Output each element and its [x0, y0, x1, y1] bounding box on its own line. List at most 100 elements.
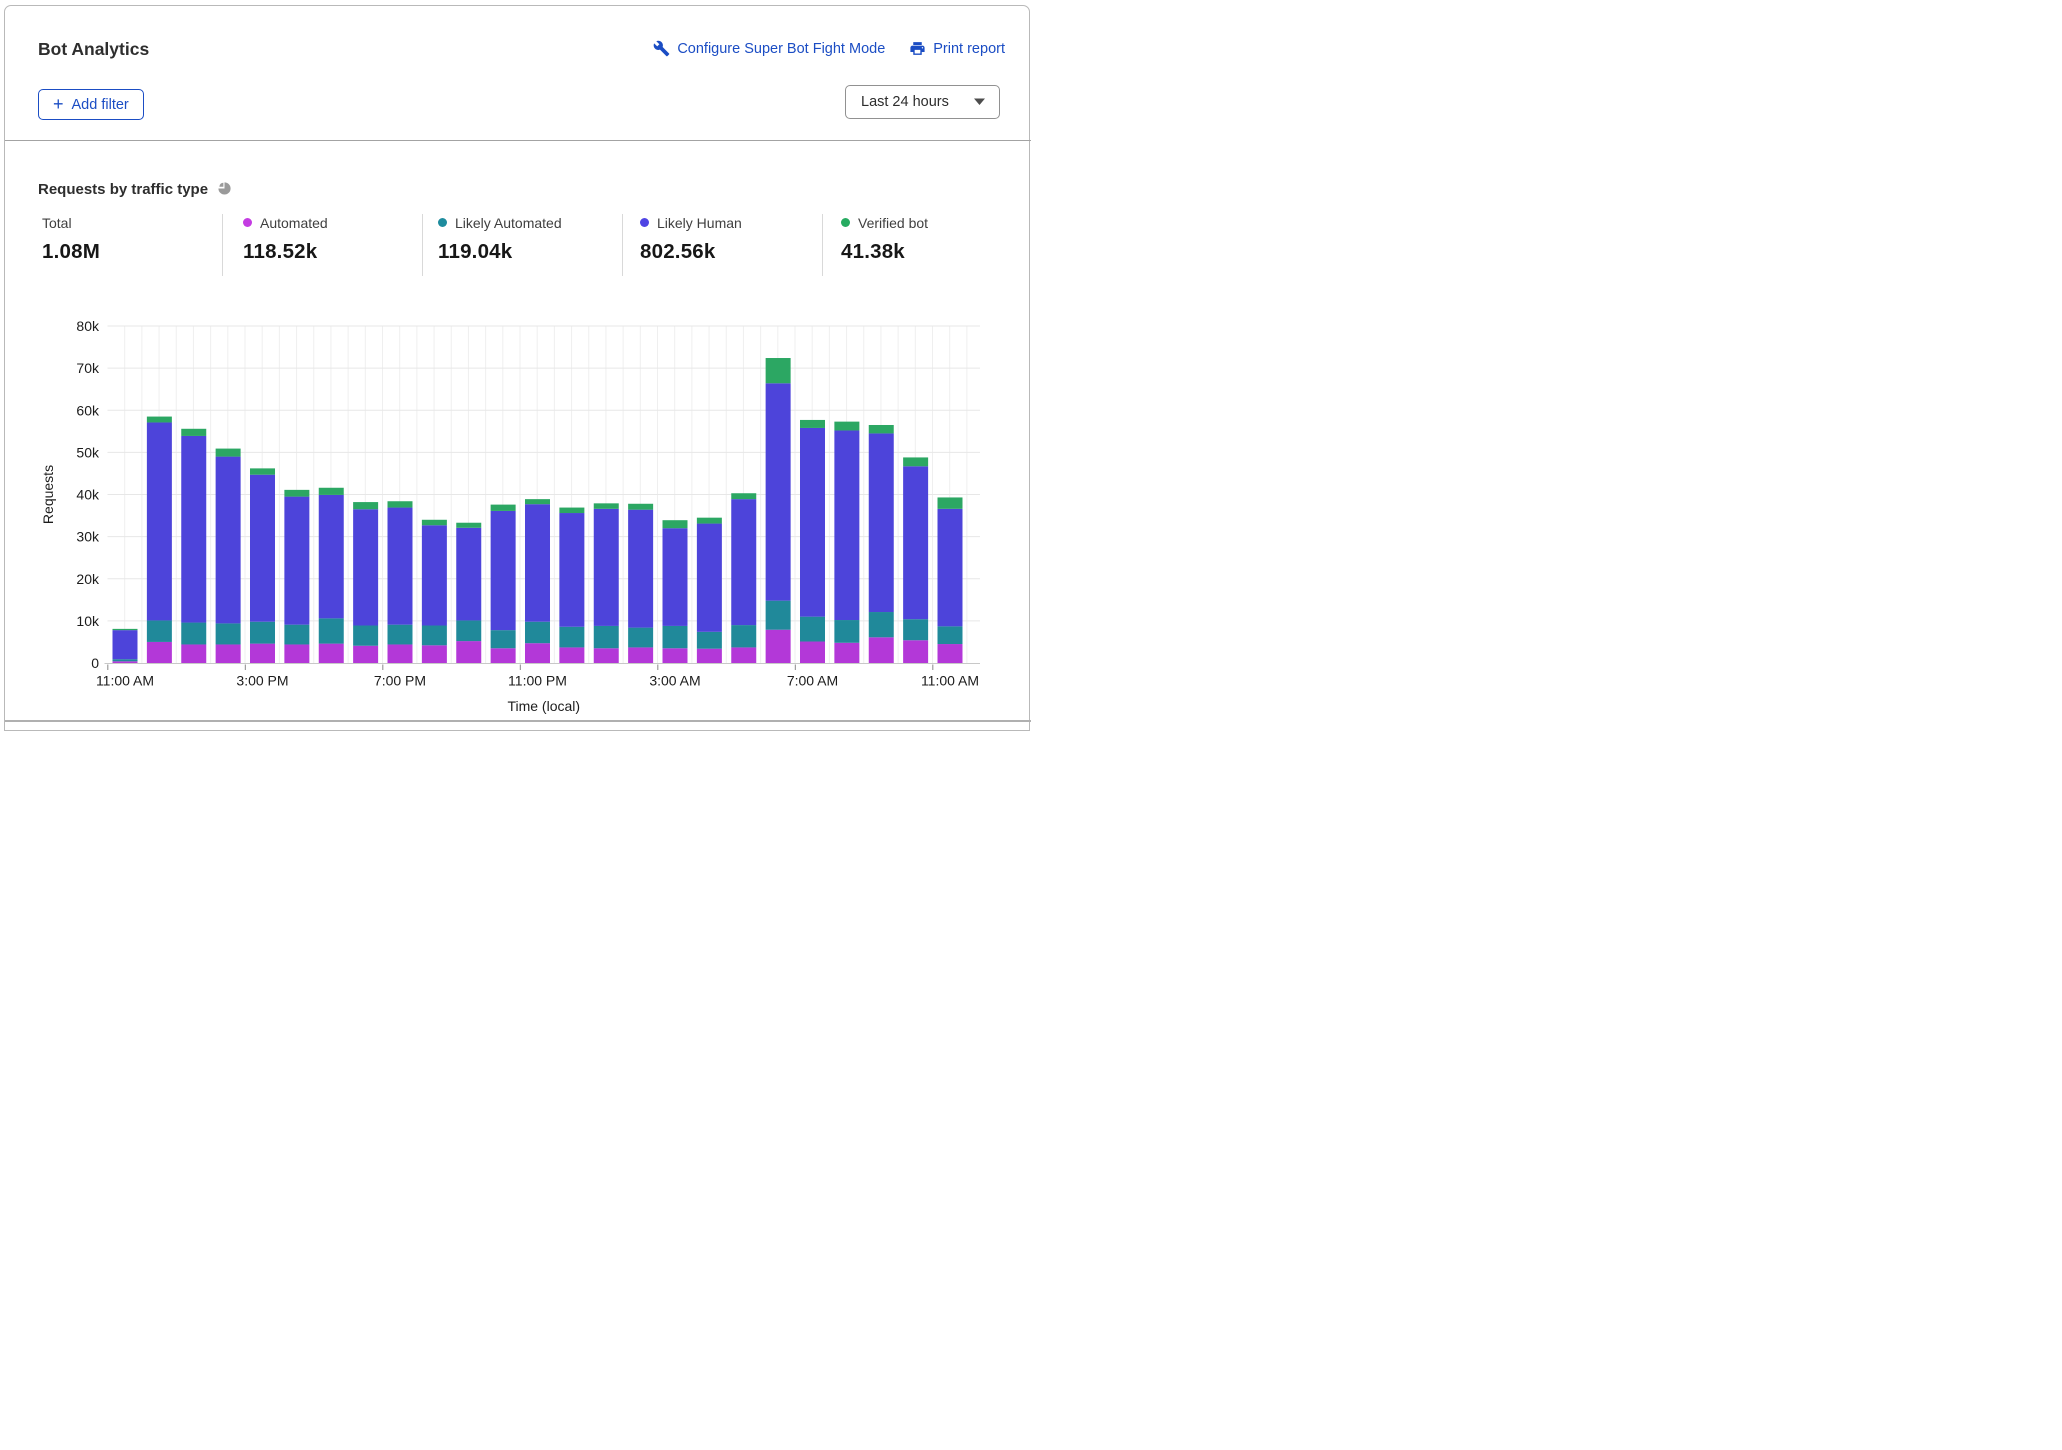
- bar-segment: [731, 493, 756, 499]
- stat-likely-human-label: Likely Human: [657, 215, 742, 231]
- bar-segment: [697, 632, 722, 649]
- x-axis-tick-label: 3:00 AM: [649, 673, 700, 689]
- bar-segment: [594, 626, 619, 648]
- stats-divider: [422, 214, 423, 276]
- bar-segment: [353, 509, 378, 625]
- bar-segment: [697, 518, 722, 524]
- print-link-label: Print report: [933, 41, 1005, 57]
- bar-segment: [284, 644, 309, 663]
- bar-segment: [697, 649, 722, 663]
- bar-segment: [697, 524, 722, 632]
- bar-segment: [869, 612, 894, 637]
- bar-segment: [491, 648, 516, 663]
- bar-segment: [456, 523, 481, 528]
- bar-segment: [422, 520, 447, 525]
- x-axis-tick-label: 7:00 AM: [787, 673, 838, 689]
- bar-segment: [663, 626, 688, 648]
- bar-segment: [834, 643, 859, 663]
- stat-likely-human: Likely Human 802.56k: [640, 214, 742, 264]
- y-axis-tick-label: 50k: [76, 444, 100, 460]
- wrench-icon: [653, 40, 670, 57]
- bar-segment: [766, 383, 791, 600]
- bar-segment: [147, 422, 172, 620]
- bar-segment: [113, 630, 138, 659]
- stat-automated-label: Automated: [260, 215, 328, 231]
- configure-super-bot-fight-mode-link[interactable]: Configure Super Bot Fight Mode: [653, 40, 885, 57]
- y-axis-tick-label: 40k: [76, 487, 100, 503]
- bar-segment: [250, 475, 275, 622]
- stat-verified-bot-value: 41.38k: [841, 240, 928, 264]
- y-axis-tick-label: 70k: [76, 360, 100, 376]
- header-actions: Configure Super Bot Fight Mode Print rep…: [653, 40, 1005, 57]
- bar-segment: [834, 430, 859, 620]
- x-axis-tick-label: 11:00 PM: [508, 673, 567, 689]
- y-axis-tick-label: 0: [91, 655, 99, 671]
- bar-segment: [216, 457, 241, 624]
- time-range-select[interactable]: Last 24 hours: [845, 85, 1000, 119]
- bar-segment: [628, 510, 653, 628]
- stat-total: Total 1.08M: [42, 214, 100, 264]
- bar-segment: [319, 488, 344, 495]
- x-axis-tick-label: 11:00 AM: [921, 673, 979, 689]
- bar-segment: [903, 457, 928, 466]
- bar-segment: [456, 620, 481, 641]
- y-axis-tick-label: 80k: [76, 318, 100, 334]
- bar-segment: [456, 641, 481, 663]
- y-axis-title: Requests: [40, 465, 56, 524]
- bar-segment: [731, 647, 756, 663]
- bar-segment: [525, 622, 550, 643]
- bar-segment: [216, 644, 241, 663]
- time-range-value: Last 24 hours: [861, 94, 973, 110]
- stat-verified-bot-label: Verified bot: [858, 215, 928, 231]
- x-axis-title: Time (local): [507, 698, 580, 714]
- printer-icon: [909, 40, 926, 57]
- stats-divider: [622, 214, 623, 276]
- bar-segment: [766, 601, 791, 630]
- y-axis-tick-label: 30k: [76, 529, 100, 545]
- stat-automated-value: 118.52k: [243, 240, 328, 264]
- bar-segment: [938, 497, 963, 508]
- bar-segment: [525, 504, 550, 622]
- bar-segment: [938, 626, 963, 644]
- stats-divider: [222, 214, 223, 276]
- bar-segment: [353, 502, 378, 509]
- bar-segment: [525, 643, 550, 663]
- bar-segment: [903, 466, 928, 619]
- pie-chart-icon: [217, 180, 232, 199]
- bar-segment: [181, 436, 206, 623]
- configure-link-label: Configure Super Bot Fight Mode: [677, 41, 885, 57]
- bar-segment: [491, 511, 516, 630]
- bar-segment: [147, 620, 172, 641]
- bar-segment: [834, 620, 859, 643]
- stat-likely-automated-label: Likely Automated: [455, 215, 562, 231]
- bar-segment: [319, 618, 344, 643]
- bar-segment: [938, 509, 963, 627]
- bar-segment: [284, 490, 309, 497]
- bar-segment: [800, 642, 825, 663]
- bar-segment: [869, 433, 894, 612]
- bar-segment: [491, 505, 516, 511]
- print-report-link[interactable]: Print report: [909, 40, 1005, 57]
- page-title: Bot Analytics: [38, 39, 149, 60]
- bar-segment: [903, 619, 928, 640]
- verified-bot-dot: [841, 218, 850, 227]
- bar-segment: [628, 647, 653, 663]
- section-bottom-divider: [5, 720, 1031, 722]
- plus-icon: +: [53, 95, 64, 113]
- section-title-label: Requests by traffic type: [38, 181, 208, 198]
- bar-segment: [559, 647, 584, 663]
- bar-segment: [284, 497, 309, 625]
- bar-segment: [181, 644, 206, 663]
- bar-segment: [113, 659, 138, 661]
- bar-segment: [869, 425, 894, 433]
- add-filter-button[interactable]: + Add filter: [38, 89, 144, 120]
- bar-segment: [388, 625, 413, 645]
- stat-automated: Automated 118.52k: [243, 214, 328, 264]
- header-divider: [5, 140, 1031, 141]
- bar-segment: [766, 358, 791, 383]
- bar-segment: [594, 648, 619, 663]
- bar-segment: [181, 429, 206, 436]
- bar-segment: [250, 644, 275, 663]
- stat-likely-automated: Likely Automated 119.04k: [438, 214, 562, 264]
- bar-segment: [284, 625, 309, 645]
